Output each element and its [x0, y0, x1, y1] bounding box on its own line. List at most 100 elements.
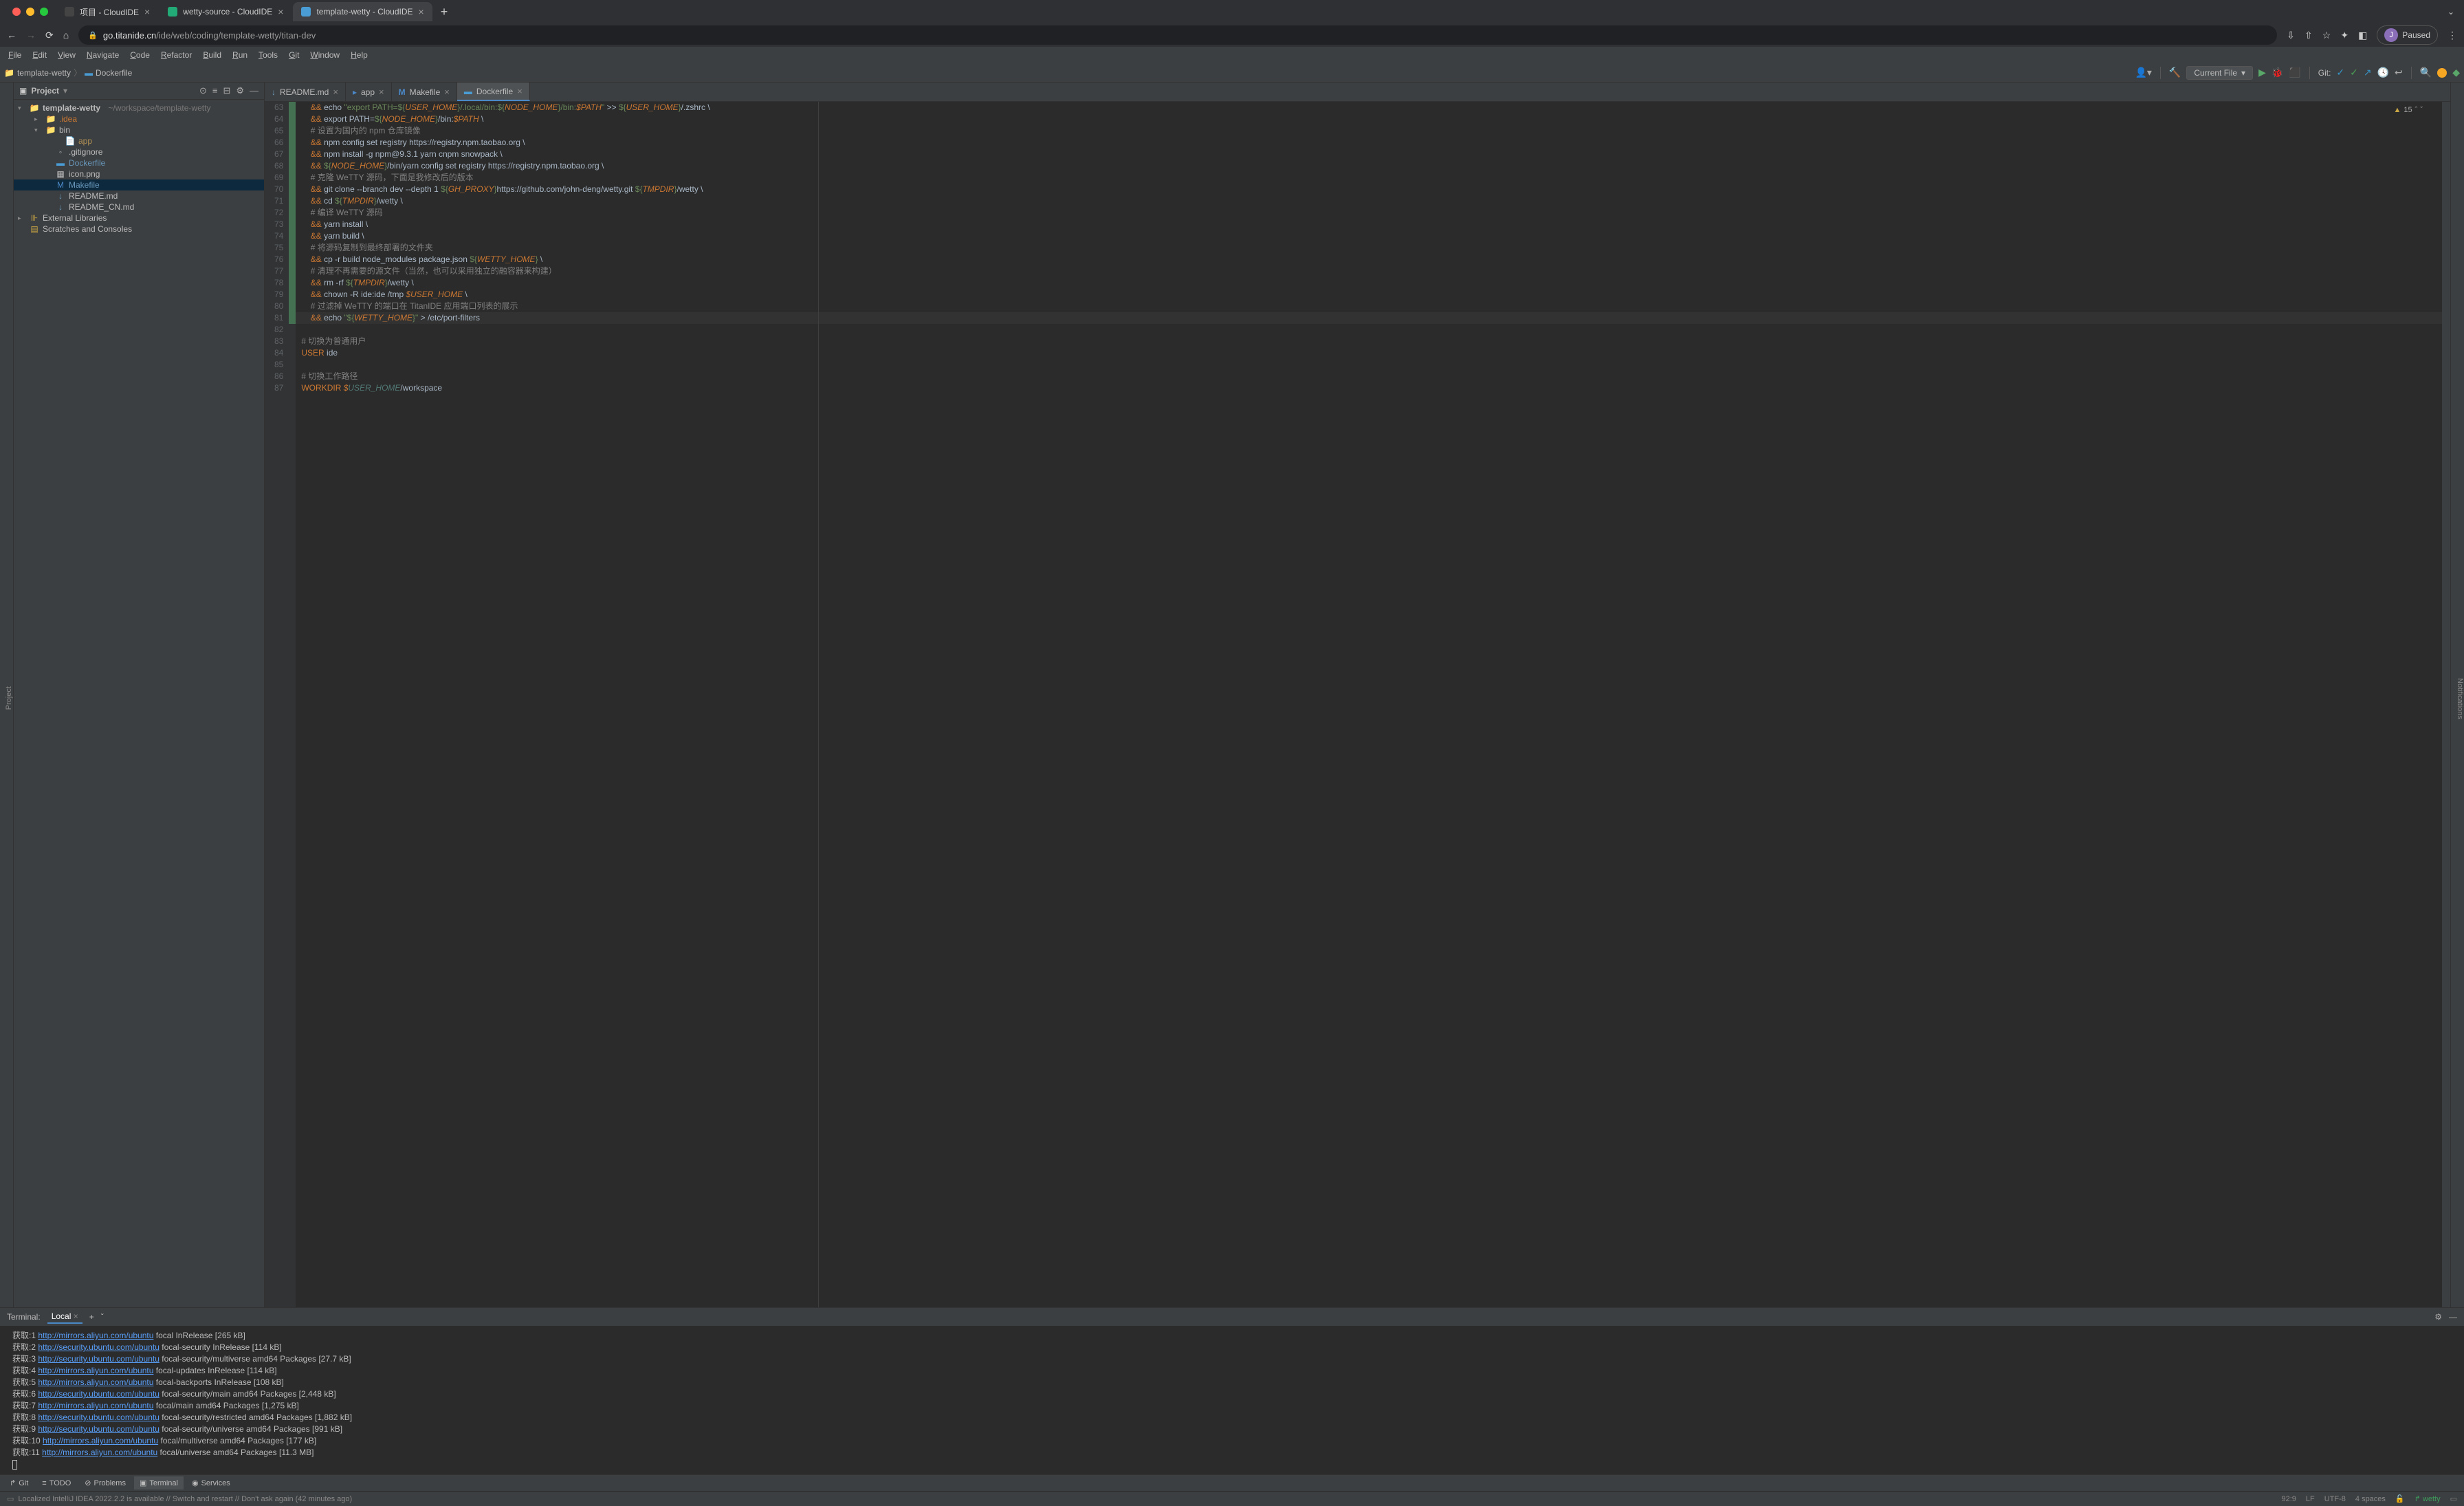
new-terminal-icon[interactable]: +	[89, 1312, 94, 1322]
hide-icon[interactable]: —	[2449, 1312, 2457, 1322]
window-controls[interactable]	[6, 8, 55, 16]
tree-folder-idea[interactable]: ▸📁.idea	[14, 113, 264, 124]
tab-overflow-icon[interactable]: ⌄	[2443, 7, 2458, 17]
git-push-icon[interactable]: ↗	[2364, 67, 2372, 78]
indent-config[interactable]: 4 spaces	[2355, 1495, 2386, 1503]
menu-refactor[interactable]: Refactor	[157, 49, 196, 61]
tree-root[interactable]: ▾📁 template-wetty ~/workspace/template-w…	[14, 102, 264, 113]
minimize-window-icon[interactable]	[26, 8, 34, 16]
menu-window[interactable]: Window	[306, 49, 344, 61]
debug-icon[interactable]: 🐞	[2272, 67, 2283, 78]
browser-tab[interactable]: wetty-source - CloudIDE ×	[160, 2, 292, 21]
tree-file-gitignore[interactable]: ◦.gitignore	[14, 146, 264, 157]
git-commit-icon[interactable]: ✓	[2350, 67, 2358, 78]
tree-folder-bin[interactable]: ▾📁bin	[14, 124, 264, 135]
editor-tab-active[interactable]: ▬Dockerfile×	[457, 83, 530, 101]
tree-file-makefile[interactable]: MMakefile	[14, 179, 264, 190]
close-tab-icon[interactable]: ×	[144, 6, 150, 17]
hide-icon[interactable]: —	[250, 85, 258, 96]
editor-tab[interactable]: ▸app×	[346, 83, 392, 101]
close-tab-icon[interactable]: ×	[278, 6, 283, 17]
inspection-widget[interactable]: ▲ 15 ˆ ˇ	[2394, 105, 2423, 116]
browser-tab[interactable]: 项目 - CloudIDE ×	[56, 2, 158, 22]
run-config-select[interactable]: Current File ▾	[2186, 66, 2253, 80]
git-history-icon[interactable]: 🕓	[2377, 67, 2389, 78]
close-tab-icon[interactable]: ×	[419, 6, 424, 17]
build-icon[interactable]: 🔨	[2169, 67, 2181, 78]
breadcrumb-root[interactable]: template-wetty	[17, 68, 71, 78]
status-message[interactable]: Localized IntelliJ IDEA 2022.2.2 is avai…	[18, 1495, 352, 1503]
code-area[interactable]: ▲ 15 ˆ ˇ && echo "export PATH=${USER_HOM…	[296, 102, 2442, 1307]
browser-tab-active[interactable]: template-wetty - CloudIDE ×	[293, 2, 432, 21]
line-separator[interactable]: LF	[2306, 1495, 2315, 1503]
close-icon[interactable]: ×	[379, 87, 384, 97]
editor-tab[interactable]: MMakefile×	[392, 83, 457, 101]
event-log-icon[interactable]	[2437, 68, 2447, 78]
todo-tool-tab[interactable]: ≡ TODO	[36, 1477, 76, 1489]
branch-indicator[interactable]: ↱ wetty	[2414, 1494, 2441, 1503]
notifications-tool-label[interactable]: Notifications	[2456, 678, 2464, 719]
new-tab-button[interactable]: +	[434, 5, 455, 19]
tree-file-app[interactable]: 📄app	[14, 135, 264, 146]
chevron-down-icon[interactable]: ▾	[63, 86, 67, 96]
run-icon[interactable]: ▶	[2258, 67, 2266, 78]
problems-tool-tab[interactable]: ⊘ Problems	[79, 1476, 131, 1489]
git-update-icon[interactable]: ✓	[2336, 67, 2344, 78]
close-icon[interactable]: ×	[517, 86, 522, 96]
menu-help[interactable]: Help	[346, 49, 372, 61]
sidepanel-icon[interactable]: ◧	[2358, 30, 2367, 41]
maximize-window-icon[interactable]	[40, 8, 48, 16]
url-input[interactable]: 🔒 go.titanide.cn/ide/web/coding/template…	[78, 25, 2277, 45]
tree-external-libs[interactable]: ▸⊪External Libraries	[14, 212, 264, 223]
close-icon[interactable]: ×	[444, 87, 450, 97]
terminal-tool-tab[interactable]: ▣ Terminal	[134, 1476, 184, 1489]
close-icon[interactable]: ×	[333, 87, 338, 97]
tree-file-readme[interactable]: ↓README.md	[14, 190, 264, 201]
menu-file[interactable]: File	[4, 49, 25, 61]
chevron-down-icon[interactable]: ˇ	[2420, 105, 2423, 116]
readonly-icon[interactable]: 🔓	[2395, 1494, 2405, 1503]
menu-icon[interactable]: ⋮	[2448, 30, 2457, 41]
install-icon[interactable]: ⇩	[2287, 30, 2295, 41]
gear-icon[interactable]: ⚙	[2434, 1312, 2442, 1322]
services-tool-tab[interactable]: ◉ Services	[186, 1476, 236, 1489]
menu-run[interactable]: Run	[228, 49, 252, 61]
breadcrumb-file[interactable]: Dockerfile	[96, 68, 132, 78]
extensions-icon[interactable]: ✦	[2340, 30, 2348, 41]
memory-icon[interactable]: ▭	[2450, 1494, 2457, 1503]
project-tool-label[interactable]: Project	[5, 686, 13, 710]
minimap[interactable]	[2442, 102, 2450, 1307]
profile-paused[interactable]: J Paused	[2377, 25, 2438, 45]
menu-navigate[interactable]: Navigate	[82, 49, 123, 61]
git-tool-tab[interactable]: ↱ Git	[4, 1476, 34, 1489]
terminal-output[interactable]: 获取:1 http://mirrors.aliyun.com/ubuntu fo…	[0, 1326, 2464, 1474]
menu-git[interactable]: Git	[285, 49, 303, 61]
close-window-icon[interactable]	[12, 8, 21, 16]
collapse-all-icon[interactable]: ⊟	[223, 85, 230, 96]
menu-build[interactable]: Build	[199, 49, 226, 61]
menu-view[interactable]: View	[54, 49, 80, 61]
chevron-up-icon[interactable]: ˆ	[2415, 105, 2418, 116]
add-user-icon[interactable]: 👤▾	[2135, 67, 2151, 78]
terminal-tab[interactable]: Local ×	[47, 1310, 82, 1324]
project-title[interactable]: Project	[31, 86, 59, 96]
share-icon[interactable]: ⇧	[2304, 30, 2313, 41]
menu-tools[interactable]: Tools	[254, 49, 282, 61]
breadcrumb[interactable]: 📁 template-wetty 〉 ▬ Dockerfile	[4, 67, 132, 78]
gear-icon[interactable]: ⚙	[236, 85, 244, 96]
cursor-position[interactable]: 92:9	[2281, 1495, 2296, 1503]
menu-edit[interactable]: Edit	[28, 49, 51, 61]
reload-icon[interactable]: ⟳	[45, 30, 54, 41]
code-with-me-icon[interactable]: ◆	[2452, 67, 2460, 78]
expand-all-icon[interactable]: ≡	[212, 85, 218, 96]
git-rollback-icon[interactable]: ↩	[2395, 67, 2403, 78]
bookmark-icon[interactable]: ☆	[2322, 30, 2331, 41]
event-log-icon[interactable]: ▭	[7, 1494, 14, 1503]
tree-file-icon[interactable]: ▦icon.png	[14, 168, 264, 179]
chevron-down-icon[interactable]: ˇ	[101, 1312, 104, 1322]
back-icon[interactable]: ←	[7, 30, 16, 41]
search-icon[interactable]: 🔍	[2420, 67, 2432, 78]
select-opened-icon[interactable]: ⊙	[199, 85, 207, 96]
tree-file-readme-cn[interactable]: ↓README_CN.md	[14, 201, 264, 212]
file-encoding[interactable]: UTF-8	[2324, 1495, 2346, 1503]
